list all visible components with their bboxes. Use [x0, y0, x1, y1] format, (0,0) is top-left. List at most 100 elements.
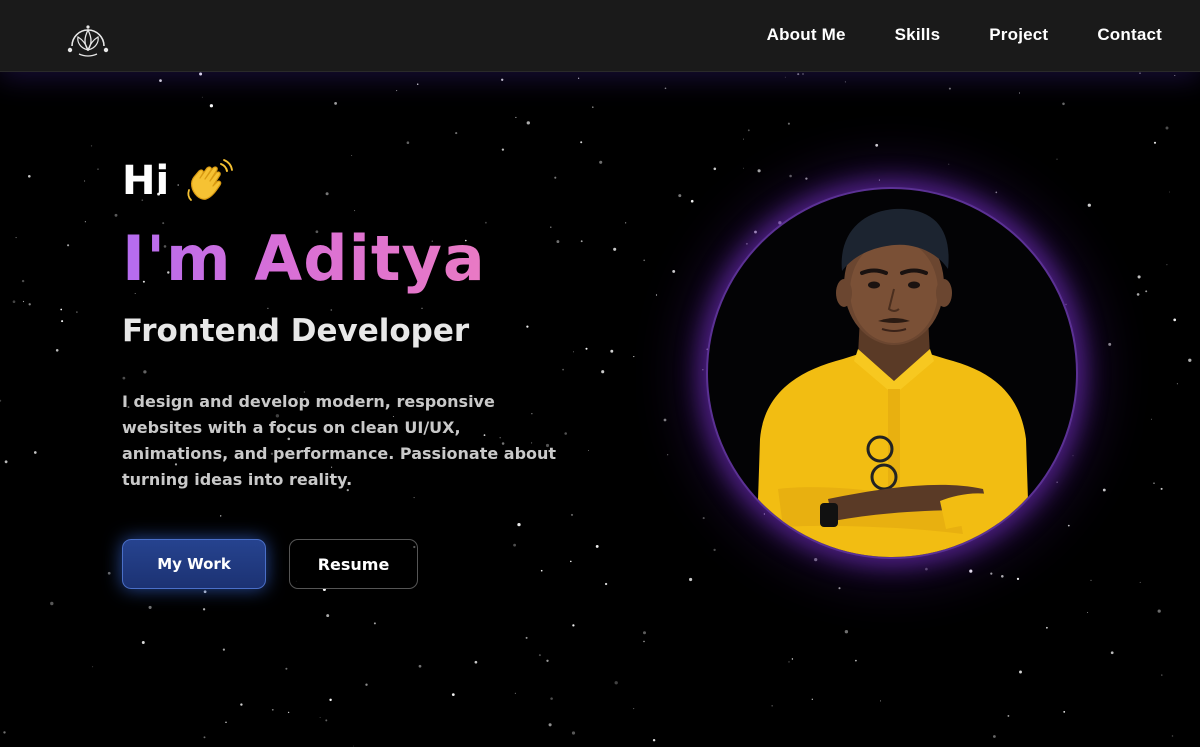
star [222, 648, 225, 651]
star [287, 711, 290, 714]
star [474, 660, 478, 664]
nav-link-contact[interactable]: Contact [1097, 25, 1162, 45]
star [413, 497, 415, 499]
star [455, 132, 458, 135]
star [1166, 264, 1168, 266]
star [585, 347, 588, 350]
star [791, 658, 794, 660]
star [1016, 577, 1020, 581]
star [1110, 651, 1114, 655]
star [107, 571, 111, 575]
star [202, 608, 206, 611]
star [580, 240, 583, 243]
star [948, 163, 950, 165]
star [33, 451, 37, 454]
star [351, 154, 353, 157]
star [784, 76, 786, 78]
star [330, 309, 333, 311]
star [667, 454, 669, 456]
star [526, 121, 530, 125]
star [595, 544, 599, 548]
star [613, 247, 617, 251]
star [672, 269, 676, 273]
star [22, 300, 25, 303]
star [141, 641, 145, 644]
nav-link-about-me[interactable]: About Me [767, 25, 846, 45]
star [97, 168, 99, 170]
star [678, 194, 682, 198]
hero-greeting: Hi [122, 156, 234, 206]
my-work-button[interactable]: My Work [122, 539, 266, 589]
star [203, 590, 207, 594]
star [271, 708, 274, 711]
star [1108, 342, 1112, 346]
star [0, 399, 2, 402]
star [1062, 102, 1065, 106]
resume-button[interactable]: Resume [289, 539, 418, 589]
star [742, 138, 745, 140]
star [604, 582, 608, 586]
star [855, 659, 857, 662]
star [787, 122, 790, 125]
star [1046, 626, 1048, 629]
star [1153, 482, 1155, 485]
profile-photo [706, 187, 1078, 559]
star [199, 72, 203, 76]
star [573, 351, 575, 353]
star [526, 325, 529, 328]
star [1067, 524, 1070, 527]
hero-role: Frontend Developer [122, 313, 470, 349]
star [28, 303, 31, 306]
star [633, 356, 635, 358]
star [114, 213, 118, 217]
star [969, 569, 973, 573]
star [513, 543, 516, 547]
star [757, 169, 761, 173]
star [76, 311, 78, 313]
star [802, 73, 804, 75]
star [354, 210, 356, 212]
star [60, 308, 63, 311]
star [990, 572, 993, 575]
star [754, 230, 757, 234]
star [925, 567, 928, 571]
star [285, 667, 288, 670]
star [550, 697, 553, 700]
star [771, 705, 773, 707]
star [143, 370, 147, 374]
star [878, 179, 880, 181]
star [614, 681, 618, 685]
star [1056, 481, 1058, 483]
star [319, 717, 321, 719]
star [1136, 293, 1140, 296]
star [1145, 290, 1148, 293]
star [203, 736, 206, 739]
star [880, 700, 881, 702]
star [501, 148, 505, 151]
star [789, 174, 792, 178]
star [548, 723, 552, 727]
star [592, 106, 594, 108]
star [571, 731, 576, 735]
profile-photo-illustration [756, 208, 1030, 557]
star [797, 73, 800, 76]
star [570, 560, 572, 563]
star [599, 160, 603, 164]
hero-description: I design and develop modern, responsive … [122, 392, 557, 489]
star [554, 176, 557, 179]
star [365, 683, 368, 686]
waving-hand-icon [187, 159, 234, 201]
lotus-logo-icon[interactable] [62, 14, 114, 62]
star [15, 237, 17, 239]
nav-link-project[interactable]: Project [989, 25, 1048, 45]
star [1157, 609, 1161, 613]
star [326, 614, 330, 618]
star [517, 522, 521, 527]
star [418, 664, 422, 668]
star [67, 244, 70, 247]
star [1188, 358, 1192, 362]
star [643, 640, 645, 643]
nav-link-skills[interactable]: Skills [895, 25, 941, 45]
star [122, 376, 126, 380]
star [92, 666, 94, 668]
